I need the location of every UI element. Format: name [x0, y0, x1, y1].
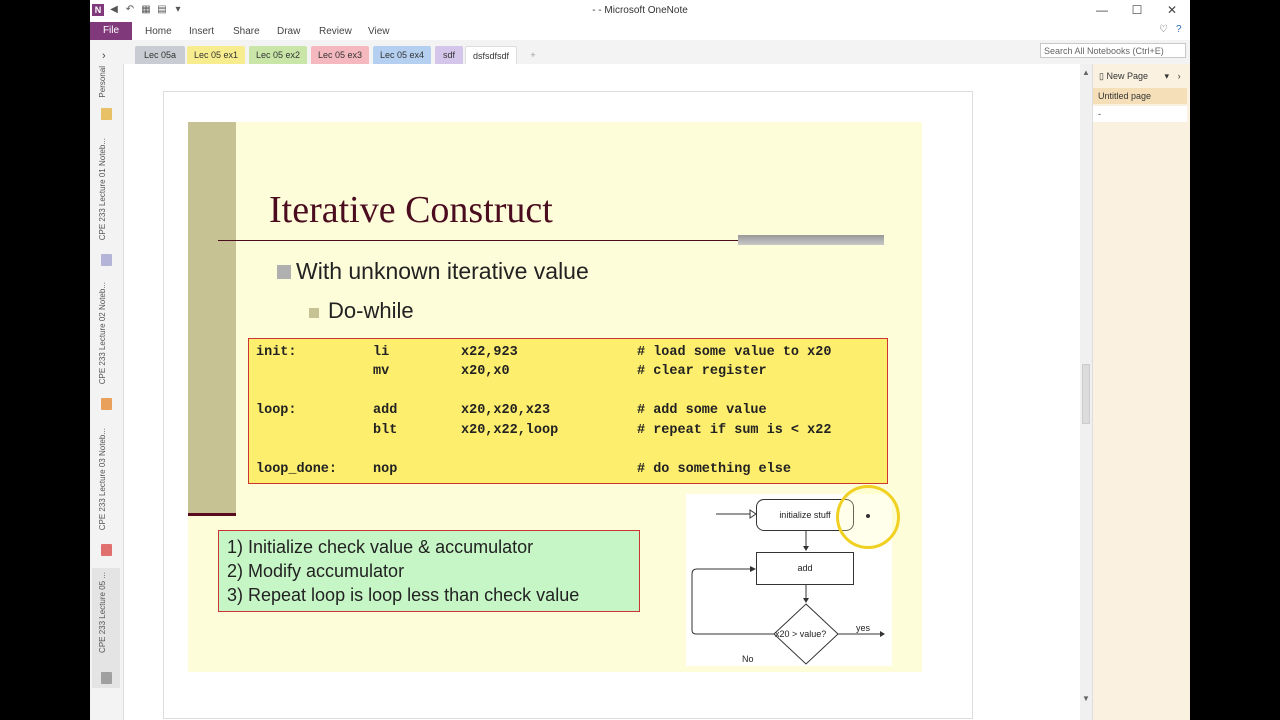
- section-tab-label: Lec 05 ex1: [193, 50, 239, 60]
- page-list-pane: ▯ New Page ▾ › Untitled page -: [1092, 64, 1190, 720]
- new-page-label: New Page: [1106, 71, 1148, 81]
- code-label: init:: [256, 345, 297, 360]
- title-decoration-bar: [738, 235, 884, 245]
- steps-box: 1) Initialize check value & accumulator …: [218, 530, 640, 612]
- code-op: mv: [373, 364, 390, 379]
- tab-view[interactable]: View: [368, 26, 390, 37]
- flow-no-label: No: [742, 654, 754, 664]
- code-comment: # load some value to x20: [637, 345, 832, 360]
- code-comment: # clear register: [637, 364, 767, 379]
- minimize-button[interactable]: —: [1092, 3, 1112, 17]
- section-tab-sdf[interactable]: sdf: [435, 46, 463, 64]
- page-item-dash[interactable]: -: [1093, 106, 1187, 122]
- vertical-scrollbar[interactable]: ▲ ▼: [1080, 64, 1092, 720]
- scroll-up-icon[interactable]: ▲: [1082, 68, 1090, 77]
- code-label: loop:: [256, 403, 297, 418]
- notebook-lecture01[interactable]: CPE 233 Lecture 01 Noteb...: [92, 134, 120, 270]
- section-tab-label: Lec 05a: [143, 50, 177, 60]
- section-tab-lec05-ex4[interactable]: Lec 05 ex4: [373, 46, 431, 64]
- flow-condition: x20 > value?: [775, 629, 827, 639]
- notebook-lecture02[interactable]: CPE 233 Lecture 02 Noteb...: [92, 278, 120, 414]
- code-args: x22,923: [461, 345, 518, 360]
- add-section-icon[interactable]: +: [523, 46, 543, 64]
- collapse-pane-icon[interactable]: ›: [1178, 71, 1181, 81]
- section-tab-lec05-ex2[interactable]: Lec 05 ex2: [249, 46, 307, 64]
- slide-image: Iterative Construct With unknown iterati…: [188, 122, 922, 672]
- code-comment: # repeat if sum is < x22: [637, 423, 832, 438]
- notebook-pane: › Personal CPE 233 Lecture 01 Noteb... C…: [90, 50, 124, 720]
- notebook-icon: [101, 672, 112, 684]
- notebook-label: Personal: [98, 66, 107, 98]
- slide-sidebar-underline: [188, 513, 236, 516]
- tab-home[interactable]: Home: [145, 26, 172, 37]
- new-page-button[interactable]: ▯ New Page ▾ ›: [1099, 71, 1181, 82]
- help-icon[interactable]: ?: [1176, 24, 1182, 35]
- notebook-label: CPE 233 Lecture 05 ...: [98, 572, 107, 653]
- page-item-untitled[interactable]: Untitled page: [1093, 88, 1187, 104]
- notebook-icon: [101, 544, 112, 556]
- code-op: nop: [373, 462, 398, 477]
- bullet-do-while: Do-while: [328, 298, 414, 323]
- notebook-label: CPE 233 Lecture 03 Noteb...: [98, 428, 107, 531]
- tab-share[interactable]: Share: [233, 26, 260, 37]
- notebook-icon: [101, 398, 112, 410]
- step-2: 2) Modify accumulator: [227, 561, 405, 581]
- scroll-down-icon[interactable]: ▼: [1082, 694, 1090, 703]
- flow-add-box: add: [756, 552, 854, 585]
- slide-sidebar-decoration: [188, 122, 236, 514]
- code-block: init: li x22,923 # load some value to x2…: [248, 338, 888, 484]
- onenote-window: N ◀ ↶ ▦ ▤ ▾ - - Microsoft OneNote — ☐ ✕ …: [90, 0, 1190, 720]
- section-tab-label: Lec 05 ex4: [379, 50, 425, 60]
- new-page-icon: ▯: [1099, 71, 1104, 81]
- slide-title: Iterative Construct: [269, 189, 553, 231]
- notebook-icon: [101, 108, 112, 120]
- notebook-lecture03[interactable]: CPE 233 Lecture 03 Noteb...: [92, 424, 120, 560]
- expand-notebook-icon[interactable]: ›: [102, 50, 106, 62]
- section-tab-dsfsdfsdf[interactable]: dsfsdfsdf: [465, 46, 517, 65]
- section-tab-label: Lec 05 ex2: [255, 50, 301, 60]
- notebook-label: CPE 233 Lecture 02 Noteb...: [98, 282, 107, 385]
- title-bar: N ◀ ↶ ▦ ▤ ▾ - - Microsoft OneNote — ☐ ✕: [90, 0, 1190, 22]
- section-tab-bar: Lec 05a Lec 05 ex1 Lec 05 ex2 Lec 05 ex3…: [90, 40, 1190, 65]
- code-op: add: [373, 403, 398, 418]
- cursor-pointer-icon: [866, 514, 870, 518]
- scrollbar-thumb[interactable]: [1082, 364, 1090, 424]
- file-tab[interactable]: File: [90, 22, 132, 40]
- code-comment: # do something else: [637, 462, 791, 477]
- chevron-down-icon[interactable]: ▾: [1165, 71, 1170, 81]
- code-label: loop_done:: [256, 462, 338, 477]
- section-tab-label: sdf: [442, 50, 455, 60]
- bullet-square-icon: [309, 308, 319, 318]
- page-canvas[interactable]: Iterative Construct With unknown iterati…: [124, 64, 1080, 720]
- step-3: 3) Repeat loop is loop less than check v…: [227, 585, 580, 605]
- notebook-icon: [101, 254, 112, 266]
- code-args: x20,x20,x23: [461, 403, 551, 418]
- tab-draw[interactable]: Draw: [277, 26, 300, 37]
- notebook-lecture05[interactable]: CPE 233 Lecture 05 ...: [92, 568, 120, 688]
- code-op: li: [373, 345, 390, 360]
- section-tab-lec05-ex1[interactable]: Lec 05 ex1: [187, 46, 245, 64]
- bullet-unknown-iterative: With unknown iterative value: [296, 258, 589, 284]
- close-button[interactable]: ✕: [1162, 3, 1182, 17]
- step-1: 1) Initialize check value & accumulator: [227, 537, 534, 557]
- tab-review[interactable]: Review: [319, 26, 352, 37]
- code-args: x20,x0: [461, 364, 510, 379]
- section-tab-lec05-ex3[interactable]: Lec 05 ex3: [311, 46, 369, 64]
- maximize-button[interactable]: ☐: [1127, 3, 1147, 17]
- section-tab-label: Lec 05 ex3: [317, 50, 363, 60]
- notebook-personal[interactable]: Personal: [92, 64, 120, 124]
- ribbon-tabs: File Home Insert Share Draw Review View …: [90, 22, 1190, 40]
- code-comment: # add some value: [637, 403, 767, 418]
- bullet-square-icon: [277, 265, 291, 279]
- tab-insert[interactable]: Insert: [189, 26, 214, 37]
- collapse-ribbon-icon[interactable]: ♡: [1159, 24, 1168, 35]
- flow-yes-label: yes: [856, 623, 871, 633]
- search-input[interactable]: Search All Notebooks (Ctrl+E): [1040, 43, 1186, 58]
- code-args: x20,x22,loop: [461, 423, 559, 438]
- section-tab-label: dsfsdfsdf: [472, 51, 510, 61]
- code-op: blt: [373, 423, 398, 438]
- section-tab-lec05a[interactable]: Lec 05a: [135, 46, 185, 64]
- notebook-label: CPE 233 Lecture 01 Noteb...: [98, 138, 107, 241]
- window-title: - - Microsoft OneNote: [592, 5, 688, 16]
